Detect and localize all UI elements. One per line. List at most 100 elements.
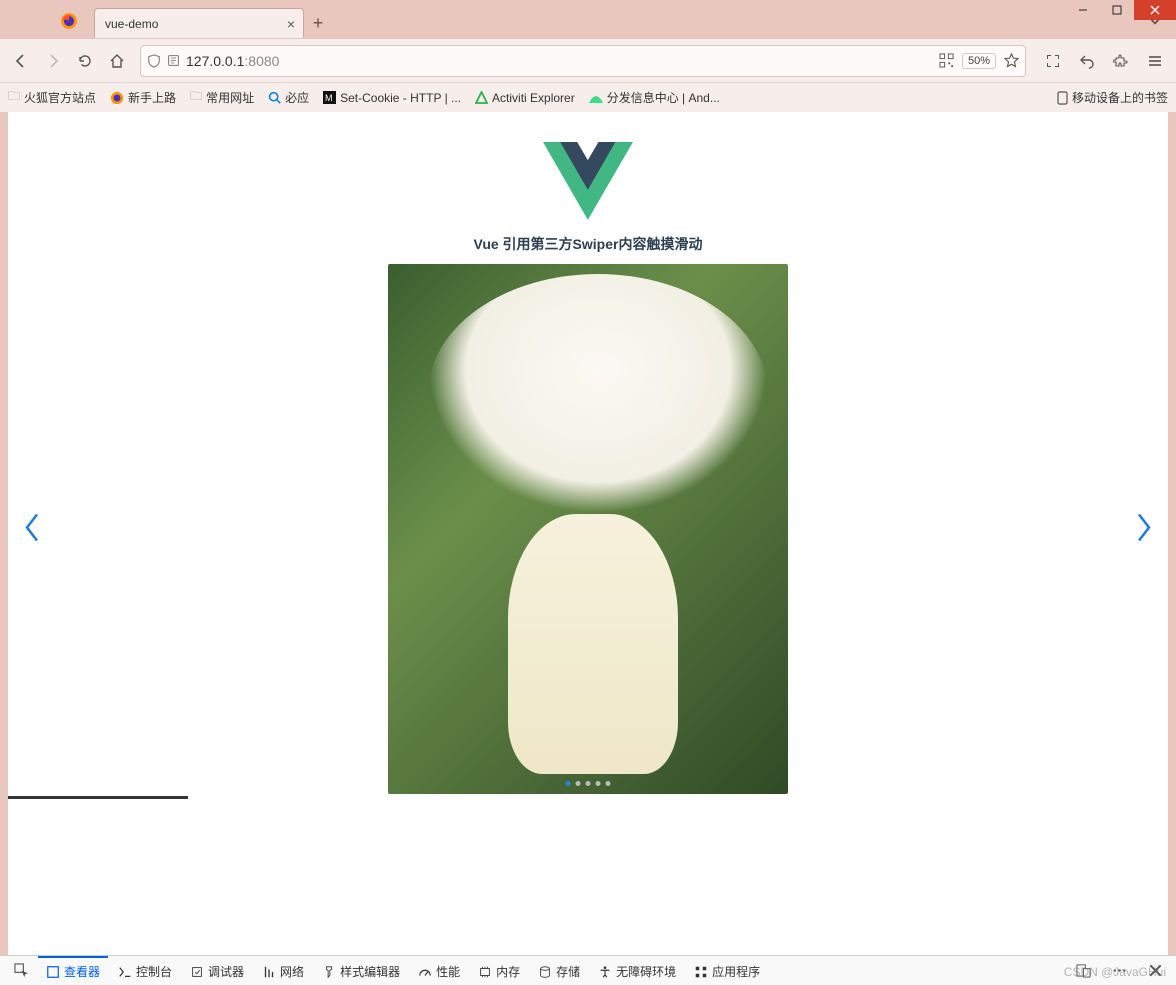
debugger-icon [190,965,204,979]
window-close-button[interactable] [1134,0,1176,20]
devtools-close-button[interactable] [1140,956,1170,985]
pagination-dot[interactable] [576,781,581,786]
console-icon [118,965,132,979]
bookmark-item[interactable]: Activiti Explorer [475,91,575,105]
devtools-tab-label: 性能 [436,963,460,980]
app-menu-button[interactable] [1140,46,1170,76]
reload-button[interactable] [70,46,100,76]
mobile-bookmarks[interactable]: 移动设备上的书签 [1057,89,1168,106]
undo-close-tab-button[interactable] [1072,46,1102,76]
network-icon [262,965,276,979]
bookmark-item[interactable]: 分发信息中心 | And... [589,89,720,106]
nav-toolbar: 127.0.0.1:8080 50% [0,38,1176,82]
mdn-icon: M [323,91,336,104]
inspector-icon [46,965,60,979]
page-viewport: Vue 引用第三方Swiper内容触摸滑动 [0,112,1176,955]
devtools-tab-label: 应用程序 [712,963,760,980]
pagination-dot[interactable] [606,781,611,786]
swiper-container[interactable] [8,264,1168,794]
devtools-tab-application[interactable]: 应用程序 [686,956,768,985]
devtools-responsive-button[interactable] [1068,956,1098,985]
swiper-slide-image[interactable] [388,264,788,794]
folder-icon: 🗀 [190,87,202,108]
devtools-tab-storage[interactable]: 存储 [530,956,588,985]
swiper-next-button[interactable] [1132,513,1154,546]
svg-text:M: M [325,93,333,103]
shield-icon [147,54,161,68]
home-button[interactable] [102,46,132,76]
devtools-tab-performance[interactable]: 性能 [410,956,468,985]
bookmark-label: Set-Cookie - HTTP | ... [340,91,461,105]
address-bar[interactable]: 127.0.0.1:8080 50% [140,45,1026,77]
devtools-tab-accessibility[interactable]: 无障碍环境 [590,956,684,985]
firefox-icon [110,91,124,105]
application-icon [694,965,708,979]
devtools-tab-label: 调试器 [208,963,244,980]
page-load-segment [8,796,188,799]
bookmark-item[interactable]: 🗀火狐官方站点 [8,87,96,108]
bookmark-star-icon[interactable] [1004,53,1019,68]
devtools-toolbar: 查看器 控制台 调试器 网络 样式编辑器 性能 内存 存储 无障碍环境 应用程序… [0,955,1176,985]
bookmark-label: 常用网址 [206,89,254,106]
url-text: 127.0.0.1:8080 [186,53,939,69]
storage-icon [538,965,552,979]
zoom-level-badge[interactable]: 50% [962,53,996,69]
swiper-pagination[interactable] [566,781,611,786]
swiper-prev-button[interactable] [22,513,44,546]
devtools-tab-label: 网络 [280,963,304,980]
bookmark-item[interactable]: 必应 [268,89,309,106]
devtools-tab-inspector[interactable]: 查看器 [38,956,108,985]
android-icon [589,93,603,103]
tab-close-icon[interactable]: × [287,16,295,32]
pagination-dot[interactable] [566,781,571,786]
bookmarks-toolbar: 🗀火狐官方站点 新手上路 🗀常用网址 必应 MSet-Cookie - HTTP… [0,82,1176,112]
devtools-tab-label: 控制台 [136,963,172,980]
style-icon [322,965,336,979]
browser-tab[interactable]: vue-demo × [94,8,304,38]
bing-icon [268,91,281,104]
pagination-dot[interactable] [596,781,601,786]
extensions-button[interactable] [1106,46,1136,76]
performance-icon [418,965,432,979]
page-info-icon[interactable] [167,54,180,67]
window-maximize-button[interactable] [1100,0,1134,20]
bookmark-label: 必应 [285,89,309,106]
bookmark-item[interactable]: M Set-Cookie - HTTP | ... [323,91,461,105]
accessibility-icon [598,965,612,979]
devtools-tab-memory[interactable]: 内存 [470,956,528,985]
bookmark-label: Activiti Explorer [492,91,575,105]
devtools-tab-style-editor[interactable]: 样式编辑器 [314,956,408,985]
devtools-tab-console[interactable]: 控制台 [110,956,180,985]
devtools-tab-debugger[interactable]: 调试器 [182,956,252,985]
tab-strip: vue-demo × + [0,0,1176,38]
qr-icon[interactable] [939,53,954,68]
devtools-more-button[interactable] [1104,956,1134,985]
tab-title: vue-demo [105,17,158,31]
devtools-tab-label: 查看器 [64,963,100,980]
bookmark-label: 移动设备上的书签 [1072,89,1168,106]
devtools-tab-network[interactable]: 网络 [254,956,312,985]
forward-button[interactable] [38,46,68,76]
bookmark-label: 分发信息中心 | And... [607,89,720,106]
devtools-tab-label: 无障碍环境 [616,963,676,980]
devtools-tab-label: 内存 [496,963,520,980]
memory-icon [478,965,492,979]
window-minimize-button[interactable] [1066,0,1100,20]
devtools-tab-label: 存储 [556,963,580,980]
bookmark-item[interactable]: 🗀常用网址 [190,87,254,108]
url-host: 127.0.0.1 [186,53,244,69]
activiti-icon [475,91,488,104]
new-tab-button[interactable]: + [304,9,332,37]
screenshot-button[interactable] [1038,46,1068,76]
bookmark-label: 新手上路 [128,89,176,106]
pagination-dot[interactable] [586,781,591,786]
bookmark-label: 火狐官方站点 [24,89,96,106]
devtools-pick-element-button[interactable] [6,956,36,985]
url-port: :8080 [244,53,279,69]
back-button[interactable] [6,46,36,76]
bookmark-item[interactable]: 新手上路 [110,89,176,106]
folder-icon: 🗀 [8,87,20,108]
mobile-icon [1057,91,1068,105]
devtools-tab-label: 样式编辑器 [340,963,400,980]
page-heading: Vue 引用第三方Swiper内容触摸滑动 [474,234,703,254]
